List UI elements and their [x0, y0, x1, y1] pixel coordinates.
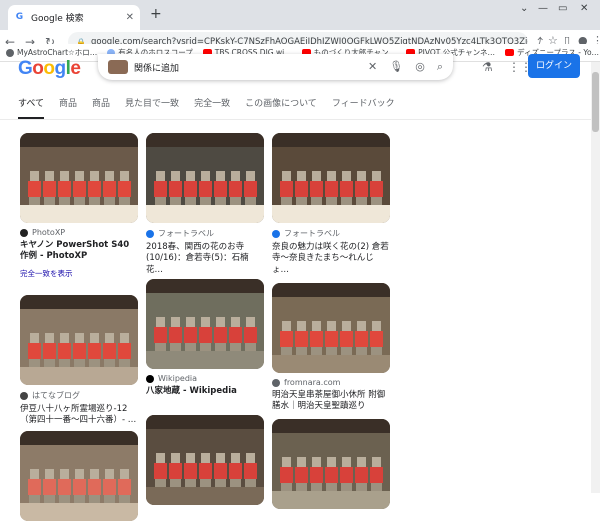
result-source: はてなブログ: [32, 391, 80, 400]
tab-about-image[interactable]: この画像について: [245, 96, 317, 119]
exact-match-link[interactable]: 完全一致を表示: [20, 268, 138, 279]
tab-all[interactable]: すべて: [18, 96, 45, 119]
result-card[interactable]: はてなブログ 伊豆八十八ヶ所霊場巡り-12（第四十一番〜四十六番）- …: [20, 295, 138, 427]
result-image[interactable]: [272, 419, 390, 509]
search-icon[interactable]: ⌕: [437, 60, 443, 74]
bookmark-item[interactable]: MyAstroChart☆ホロ…: [6, 47, 97, 58]
maximize-icon[interactable]: ▭: [558, 3, 567, 14]
result-source: fromnara.com: [284, 378, 341, 387]
labs-icon[interactable]: ⚗: [482, 60, 493, 74]
result-source: PhotoXP: [32, 228, 66, 237]
search-box[interactable]: 関係に追加 ✕ 🎙 ◎ ⌕: [98, 54, 453, 80]
page-scrollbar[interactable]: [591, 62, 600, 493]
result-card[interactable]: fromnara.com 明治天皇串茶屋御小休所 附御膳水｜明治天皇聖蹟巡り: [272, 283, 390, 413]
lens-icon[interactable]: ◎: [415, 60, 425, 74]
result-title[interactable]: 明治天皇串茶屋御小休所 附御膳水｜明治天皇聖蹟巡り: [272, 390, 390, 413]
new-tab-icon[interactable]: +: [150, 6, 162, 22]
result-image[interactable]: [272, 283, 390, 373]
site-icon: [20, 391, 28, 400]
mic-icon[interactable]: 🎙: [389, 60, 403, 74]
search-tabs: すべて 商品 商品 見た目で一致 完全一致 この画像について フィードバック: [0, 82, 600, 120]
google-header: Google 関係に追加 ✕ 🎙 ◎ ⌕ ⚗ ⋮⋮ ログイン: [0, 54, 600, 82]
bookmark-label: MyAstroChart☆ホロ…: [17, 48, 98, 57]
chevron-down-icon[interactable]: ⌄: [520, 3, 528, 14]
result-source: フォートラベル: [284, 229, 340, 238]
result-image[interactable]: [146, 415, 264, 505]
minimize-icon[interactable]: —: [538, 3, 548, 14]
query-image-thumbnail[interactable]: [108, 60, 128, 74]
result-title[interactable]: 奈良の魅力は咲く花の(2) 倉若寺〜奈良きたまち〜れんじょ…: [272, 242, 390, 276]
result-image[interactable]: [146, 133, 264, 223]
result-source: Wikipedia: [158, 374, 198, 383]
result-card[interactable]: [272, 419, 390, 509]
results-grid: PhotoXP キヤノン PowerShot S40 作例 - PhotoXP …: [20, 133, 400, 521]
result-title[interactable]: 2018春、関西の花のお寺(10/16)：倉若寺(5)：石楠花…: [146, 242, 264, 276]
login-button[interactable]: ログイン: [528, 54, 580, 78]
result-title[interactable]: 八家地蔵 - Wikipedia: [146, 386, 264, 397]
result-card[interactable]: フォートラベル 奈良の魅力は咲く花の(2) 倉若寺〜奈良きたまち〜れんじょ…: [272, 133, 390, 276]
tab-feedback[interactable]: フィードバック: [332, 96, 395, 119]
scrollbar-thumb[interactable]: [592, 72, 599, 132]
close-tab-icon[interactable]: ✕: [126, 12, 134, 23]
result-card[interactable]: Wikipedia 八家地蔵 - Wikipedia: [146, 279, 264, 397]
site-icon: [272, 229, 280, 238]
browser-titlebar: G Google 検索 ✕ + ⌄ — ▭ ✕: [0, 0, 600, 30]
result-card[interactable]: PhotoXP キヤノン PowerShot S40 作例 - PhotoXP …: [20, 133, 138, 279]
wikipedia-icon: [146, 374, 154, 383]
result-image[interactable]: [146, 279, 264, 369]
result-image[interactable]: [20, 133, 138, 223]
browser-tab[interactable]: G Google 検索 ✕: [8, 5, 140, 30]
clear-icon[interactable]: ✕: [368, 60, 377, 74]
tab-homework[interactable]: 商品: [92, 96, 110, 119]
google-favicon-icon: G: [15, 12, 24, 22]
camera-icon: [20, 228, 28, 237]
result-title[interactable]: キヤノン PowerShot S40 作例 - PhotoXP: [20, 240, 138, 263]
site-icon: [146, 229, 154, 238]
result-card[interactable]: フォートラベル 2018春、関西の花のお寺(10/16)：倉若寺(5)：石楠花…: [146, 133, 264, 276]
tab-exact-matches[interactable]: 完全一致: [194, 96, 230, 119]
result-card[interactable]: [146, 415, 264, 505]
result-card[interactable]: [20, 431, 138, 521]
google-logo[interactable]: Google: [18, 58, 81, 80]
youtube-icon: [505, 49, 515, 56]
result-source: フォートラベル: [158, 229, 214, 238]
globe-icon: [6, 48, 14, 57]
tab-products[interactable]: 商品: [59, 96, 77, 119]
result-image[interactable]: [20, 431, 138, 521]
site-icon: [272, 378, 280, 387]
result-title[interactable]: 伊豆八十八ヶ所霊場巡り-12（第四十一番〜四十六番）- …: [20, 404, 138, 427]
result-image[interactable]: [272, 133, 390, 223]
tab-title: Google 検索: [31, 14, 84, 24]
close-window-icon[interactable]: ✕: [580, 3, 588, 14]
result-image[interactable]: [20, 295, 138, 385]
search-query[interactable]: 関係に追加: [134, 61, 179, 74]
tab-visual-matches[interactable]: 見た目で一致: [125, 96, 179, 119]
